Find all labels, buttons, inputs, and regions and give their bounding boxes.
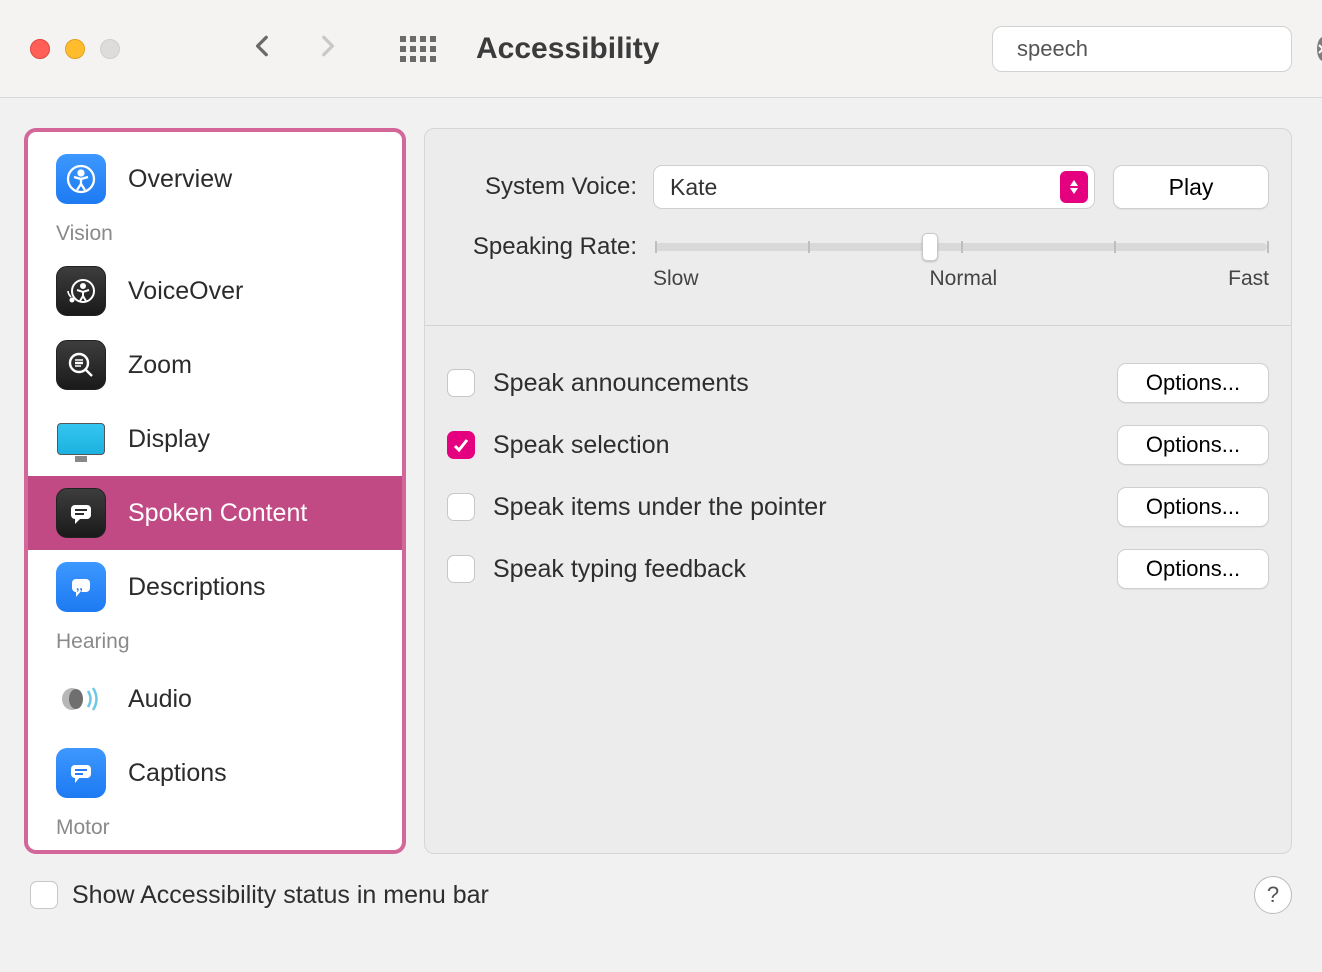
overview-icon <box>56 154 106 204</box>
sidebar-item-label: Overview <box>128 165 232 194</box>
sidebar-item-label: Captions <box>128 759 227 788</box>
minimize-window-button[interactable] <box>65 39 85 59</box>
window-title: Accessibility <box>476 32 659 66</box>
sidebar-item-spoken-content[interactable]: Spoken Content <box>28 476 402 550</box>
settings-panel: System Voice: Kate Play Speaking Rate: <box>424 128 1292 854</box>
sidebar-item-zoom[interactable]: Zoom <box>28 328 402 402</box>
sidebar-item-display[interactable]: Display <box>28 402 402 476</box>
sidebar-item-voiceover[interactable]: VoiceOver <box>28 254 402 328</box>
speak-typing-label: Speak typing feedback <box>493 555 746 584</box>
close-window-button[interactable] <box>30 39 50 59</box>
nav-arrows <box>250 33 340 64</box>
speaking-rate-label: Speaking Rate: <box>447 231 637 261</box>
voiceover-icon <box>56 266 106 316</box>
footer: Show Accessibility status in menu bar ? <box>0 866 1322 914</box>
search-input[interactable] <box>1017 36 1305 62</box>
sidebar-item-descriptions[interactable]: ,, Descriptions <box>28 550 402 624</box>
captions-icon <box>56 748 106 798</box>
speak-typing-options-button[interactable]: Options... <box>1117 549 1269 589</box>
divider <box>425 325 1291 326</box>
sidebar-item-label: Descriptions <box>128 573 266 602</box>
display-icon <box>56 414 106 464</box>
system-voice-select[interactable]: Kate <box>653 165 1095 209</box>
speak-selection-checkbox[interactable] <box>447 431 475 459</box>
select-stepper-icon <box>1060 171 1088 203</box>
rate-slow-label: Slow <box>653 267 699 291</box>
system-voice-value: Kate <box>670 174 717 201</box>
speaking-rate-slider[interactable]: Slow Normal Fast <box>653 231 1269 291</box>
speak-pointer-label: Speak items under the pointer <box>493 493 827 522</box>
clear-search-button[interactable] <box>1317 37 1322 61</box>
all-prefs-grid-button[interactable] <box>400 36 436 62</box>
speak-pointer-checkbox[interactable] <box>447 493 475 521</box>
window-controls <box>30 39 120 59</box>
speak-selection-label: Speak selection <box>493 431 670 460</box>
speak-announcements-options-button[interactable]: Options... <box>1117 363 1269 403</box>
spoken-content-icon <box>56 488 106 538</box>
search-field-wrap[interactable] <box>992 26 1292 72</box>
slider-thumb[interactable] <box>922 233 938 261</box>
zoom-window-button[interactable] <box>100 39 120 59</box>
back-button[interactable] <box>250 33 276 64</box>
speak-pointer-options-button[interactable]: Options... <box>1117 487 1269 527</box>
forward-button[interactable] <box>314 33 340 64</box>
sidebar-item-overview[interactable]: Overview <box>28 142 402 216</box>
play-button[interactable]: Play <box>1113 165 1269 209</box>
titlebar: Accessibility <box>0 0 1322 98</box>
zoom-icon <box>56 340 106 390</box>
sidebar-item-label: Display <box>128 425 210 454</box>
sidebar-section-vision: Vision <box>28 216 402 254</box>
speak-announcements-label: Speak announcements <box>493 369 749 398</box>
speak-announcements-checkbox[interactable] <box>447 369 475 397</box>
sidebar-section-hearing: Hearing <box>28 624 402 662</box>
descriptions-icon: ,, <box>56 562 106 612</box>
sidebar-item-label: Spoken Content <box>128 499 307 528</box>
system-voice-label: System Voice: <box>447 173 637 201</box>
show-status-menubar-label: Show Accessibility status in menu bar <box>72 881 489 910</box>
speak-typing-checkbox[interactable] <box>447 555 475 583</box>
speak-selection-options-button[interactable]: Options... <box>1117 425 1269 465</box>
sidebar-section-motor: Motor <box>28 810 402 848</box>
rate-normal-label: Normal <box>930 267 998 291</box>
sidebar-item-audio[interactable]: Audio <box>28 662 402 736</box>
sidebar-item-captions[interactable]: Captions <box>28 736 402 810</box>
help-button[interactable]: ? <box>1254 876 1292 914</box>
audio-icon <box>56 674 106 724</box>
svg-text:,,: ,, <box>76 579 83 593</box>
rate-fast-label: Fast <box>1228 267 1269 291</box>
sidebar-item-label: Zoom <box>128 351 192 380</box>
sidebar: Overview Vision VoiceOver Zoom Display <box>24 128 406 854</box>
sidebar-item-label: VoiceOver <box>128 277 243 306</box>
sidebar-item-label: Audio <box>128 685 192 714</box>
show-status-menubar-checkbox[interactable] <box>30 881 58 909</box>
